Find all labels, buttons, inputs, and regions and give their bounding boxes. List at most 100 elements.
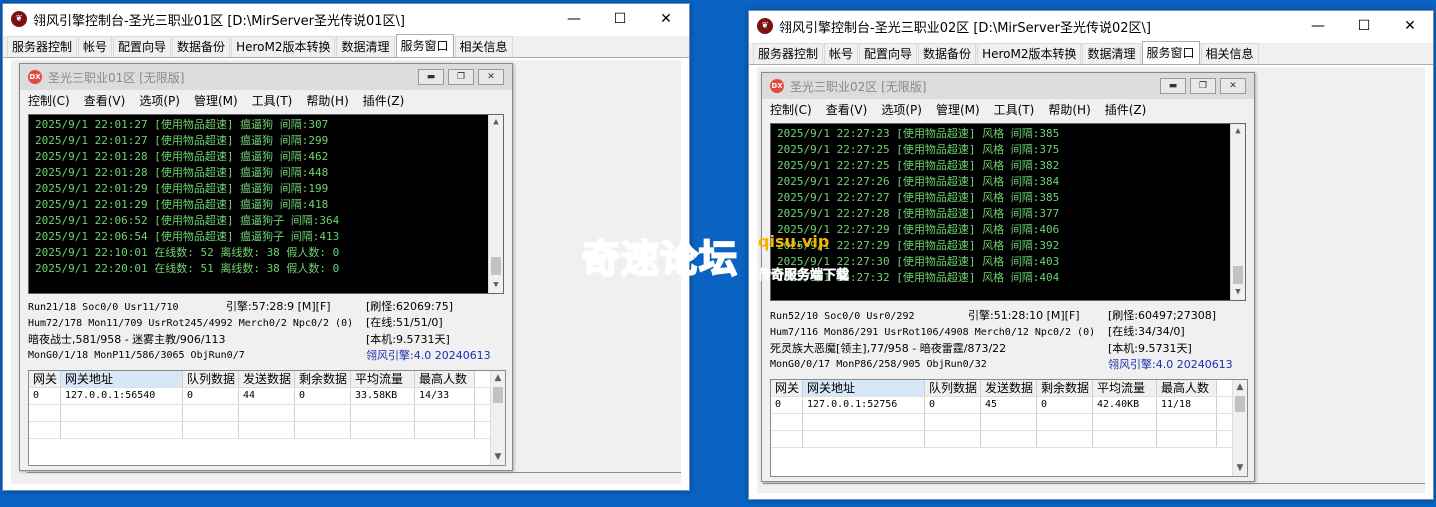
menu-view[interactable]: 查看(V) bbox=[84, 92, 126, 109]
log-scrollbar[interactable]: ▲ ▼ bbox=[488, 115, 503, 293]
tab-server-control[interactable]: 服务器控制 bbox=[753, 43, 824, 64]
close-button[interactable]: ✕ bbox=[643, 4, 689, 34]
maximize-button[interactable]: ☐ bbox=[1341, 11, 1387, 41]
tab-data-cleanup[interactable]: 数据清理 bbox=[1082, 43, 1141, 64]
scroll-down-icon[interactable]: ▼ bbox=[491, 450, 505, 465]
tab-config-wizard[interactable]: 配置向导 bbox=[113, 36, 172, 57]
col-gateway-address[interactable]: 网关地址 bbox=[61, 371, 183, 387]
menu-manage[interactable]: 管理(M) bbox=[194, 92, 238, 109]
watermark-main: 奇速论坛 bbox=[581, 236, 739, 282]
menu-tools[interactable]: 工具(T) bbox=[994, 101, 1035, 118]
menu-help[interactable]: 帮助(H) bbox=[1048, 101, 1090, 118]
empty-row bbox=[771, 414, 1247, 431]
tab-config-wizard[interactable]: 配置向导 bbox=[859, 43, 918, 64]
menu-help[interactable]: 帮助(H) bbox=[306, 92, 348, 109]
table-scrollbar[interactable]: ▲ ▼ bbox=[490, 371, 505, 465]
scroll-thumb[interactable] bbox=[1233, 266, 1243, 284]
cell-queue: 0 bbox=[183, 388, 239, 404]
tab-server-control[interactable]: 服务器控制 bbox=[7, 36, 78, 57]
child-title-bar[interactable]: DX 圣光三职业02区 [无限版] ▬ ❐ ✕ bbox=[762, 73, 1254, 99]
child-restore-button[interactable]: ❐ bbox=[1190, 78, 1216, 94]
col-avg-traffic[interactable]: 平均流量 bbox=[351, 371, 415, 387]
title-bar[interactable]: ❦ 翎风引擎控制台-圣光三职业02区 [D:\MirServer圣光传说02区\… bbox=[749, 11, 1433, 41]
scroll-up-icon[interactable]: ▲ bbox=[1231, 124, 1245, 139]
window-title: 翎风引擎控制台-圣光三职业01区 [D:\MirServer圣光传说01区\] bbox=[33, 13, 406, 29]
table-header: 网关 网关地址 队列数据 发送数据 剩余数据 平均流量 最高人数 bbox=[29, 371, 505, 388]
child-minimize-button[interactable]: ▬ bbox=[1160, 78, 1186, 94]
scroll-thumb[interactable] bbox=[1235, 396, 1245, 412]
stat-hum: Hum7/116 Mon86/291 UsrRot106/4908 Merch0… bbox=[770, 327, 1096, 338]
cell-remaining: 0 bbox=[295, 388, 351, 404]
scroll-up-icon[interactable]: ▲ bbox=[491, 371, 505, 386]
col-send-data[interactable]: 发送数据 bbox=[981, 380, 1037, 396]
menu-manage[interactable]: 管理(M) bbox=[936, 101, 980, 118]
col-remaining-data[interactable]: 剩余数据 bbox=[1037, 380, 1093, 396]
child-close-button[interactable]: ✕ bbox=[1220, 78, 1246, 94]
child-restore-button[interactable]: ❐ bbox=[448, 69, 474, 85]
tab-bar: 服务器控制 帐号 配置向导 数据备份 HeroM2版本转换 数据清理 服务窗口 … bbox=[3, 34, 689, 58]
tab-data-backup[interactable]: 数据备份 bbox=[918, 43, 977, 64]
panel-bottom-strip bbox=[763, 483, 1425, 489]
log-scrollbar[interactable]: ▲ ▼ bbox=[1230, 124, 1245, 300]
scroll-up-icon[interactable]: ▲ bbox=[1233, 380, 1247, 395]
cell-avg: 42.40KB bbox=[1093, 397, 1157, 413]
table-row[interactable]: 0 127.0.0.1:56540 0 44 0 33.58KB 14/33 bbox=[29, 388, 505, 405]
menu-control[interactable]: 控制(C) bbox=[28, 92, 70, 109]
log-console[interactable]: 2025/9/1 22:01:27 [使用物品超速] 瘟逼狗 间隔:307 20… bbox=[28, 114, 504, 294]
engine-version: 翎风引擎:4.0 20240613 bbox=[366, 349, 491, 362]
scroll-down-icon[interactable]: ▼ bbox=[1233, 461, 1247, 476]
col-max-users[interactable]: 最高人数 bbox=[1157, 380, 1217, 396]
menu-plugins[interactable]: 插件(Z) bbox=[363, 92, 405, 109]
menu-view[interactable]: 查看(V) bbox=[826, 101, 868, 118]
child-minimize-button[interactable]: ▬ bbox=[418, 69, 444, 85]
log-line: 2025/9/1 22:01:28 [使用物品超速] 瘟逼狗 间隔:462 bbox=[35, 150, 329, 163]
col-queue-data[interactable]: 队列数据 bbox=[183, 371, 239, 387]
app-logo-icon: ❦ bbox=[11, 11, 27, 27]
tab-herom2-convert[interactable]: HeroM2版本转换 bbox=[231, 36, 336, 57]
col-gateway[interactable]: 网关 bbox=[771, 380, 803, 396]
engine-version: 翎风引擎:4.0 20240613 bbox=[1108, 358, 1233, 371]
menu-plugins[interactable]: 插件(Z) bbox=[1105, 101, 1147, 118]
tab-service-window[interactable]: 服务窗口 bbox=[1141, 41, 1200, 64]
table-scrollbar[interactable]: ▲ ▼ bbox=[1232, 380, 1247, 476]
scroll-down-icon[interactable]: ▼ bbox=[489, 278, 503, 293]
menu-control[interactable]: 控制(C) bbox=[770, 101, 812, 118]
cell-gateway: 0 bbox=[29, 388, 61, 404]
maximize-button[interactable]: ☐ bbox=[597, 4, 643, 34]
scroll-down-icon[interactable]: ▼ bbox=[1231, 285, 1245, 300]
col-max-users[interactable]: 最高人数 bbox=[415, 371, 475, 387]
col-queue-data[interactable]: 队列数据 bbox=[925, 380, 981, 396]
child-title: 圣光三职业02区 [无限版] bbox=[790, 79, 927, 94]
stat-mon: MonG0/0/17 MonP86/258/905 ObjRun0/32 bbox=[770, 359, 987, 370]
child-title: 圣光三职业01区 [无限版] bbox=[48, 70, 185, 85]
tab-service-window[interactable]: 服务窗口 bbox=[395, 34, 454, 57]
scroll-up-icon[interactable]: ▲ bbox=[489, 115, 503, 130]
scroll-thumb[interactable] bbox=[493, 387, 503, 403]
col-remaining-data[interactable]: 剩余数据 bbox=[295, 371, 351, 387]
server-child-window: DX 圣光三职业01区 [无限版] ▬ ❐ ✕ 控制(C) 查看(V) 选项(P… bbox=[19, 63, 513, 471]
col-send-data[interactable]: 发送数据 bbox=[239, 371, 295, 387]
child-close-button[interactable]: ✕ bbox=[478, 69, 504, 85]
tab-account[interactable]: 帐号 bbox=[824, 43, 859, 64]
menu-options[interactable]: 选项(P) bbox=[881, 101, 922, 118]
menu-options[interactable]: 选项(P) bbox=[139, 92, 180, 109]
title-bar[interactable]: ❦ 翎风引擎控制台-圣光三职业01区 [D:\MirServer圣光传说01区\… bbox=[3, 4, 689, 34]
col-gateway-address[interactable]: 网关地址 bbox=[803, 380, 925, 396]
menu-tools[interactable]: 工具(T) bbox=[252, 92, 293, 109]
minimize-button[interactable]: — bbox=[551, 4, 597, 34]
scroll-thumb[interactable] bbox=[491, 257, 501, 275]
tab-data-cleanup[interactable]: 数据清理 bbox=[336, 36, 395, 57]
stat-mon: MonG0/1/18 MonP11/586/3065 ObjRun0/7 bbox=[28, 350, 245, 361]
child-title-bar[interactable]: DX 圣光三职业01区 [无限版] ▬ ❐ ✕ bbox=[20, 64, 512, 90]
tab-data-backup[interactable]: 数据备份 bbox=[172, 36, 231, 57]
tab-herom2-convert[interactable]: HeroM2版本转换 bbox=[977, 43, 1082, 64]
watermark-url: qisu.vip bbox=[758, 232, 830, 251]
minimize-button[interactable]: — bbox=[1295, 11, 1341, 41]
tab-related-info[interactable]: 相关信息 bbox=[454, 36, 513, 57]
col-avg-traffic[interactable]: 平均流量 bbox=[1093, 380, 1157, 396]
table-row[interactable]: 0 127.0.0.1:52756 0 45 0 42.40KB 11/18 bbox=[771, 397, 1247, 414]
tab-related-info[interactable]: 相关信息 bbox=[1200, 43, 1259, 64]
tab-account[interactable]: 帐号 bbox=[78, 36, 113, 57]
col-gateway[interactable]: 网关 bbox=[29, 371, 61, 387]
close-button[interactable]: ✕ bbox=[1387, 11, 1433, 41]
